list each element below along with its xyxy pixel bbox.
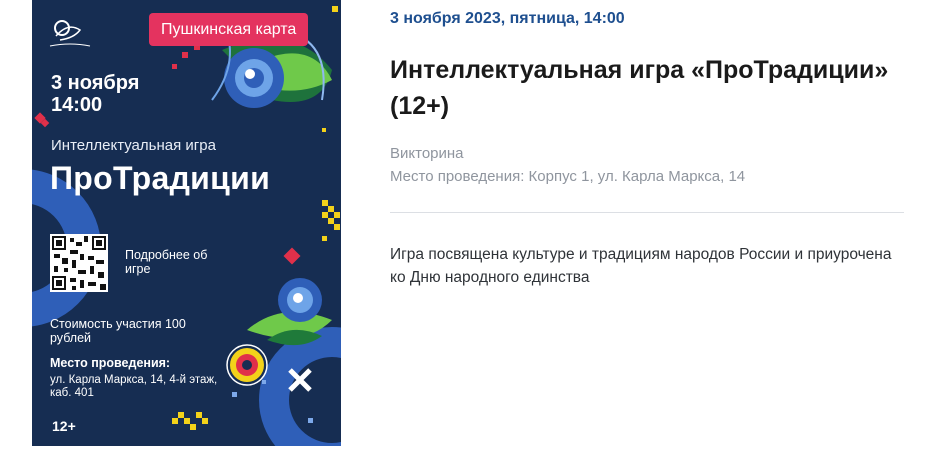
poster-cost: Стоимость участия 100 рублей	[50, 317, 186, 345]
poster-date-time: 3 ноября 14:00	[51, 72, 140, 116]
poster-venue: ул. Карла Маркса, 14, 4-й этаж, каб. 401	[50, 374, 218, 399]
event-location: Место проведения: Корпус 1, ул. Карла Ма…	[390, 168, 746, 185]
divider	[390, 212, 904, 213]
qr-code-icon	[50, 234, 108, 292]
event-poster[interactable]: Пушкинская карта 3 ноября 14:00 Интеллек…	[32, 0, 341, 446]
event-title: Интеллектуальная игра «ПроТрадиции» (12+…	[390, 56, 889, 120]
event-type: Викторина	[390, 145, 464, 162]
poster-more-info: Подробнее об игре	[125, 248, 208, 276]
event-description: Игра посвящена культуре и традициям наро…	[390, 246, 892, 286]
poster-subtitle: Интеллектуальная игра	[51, 137, 216, 154]
poster-title: ПроТрадиции	[50, 160, 271, 196]
pushkin-card-badge: Пушкинская карта	[149, 13, 309, 46]
event-datetime: 3 ноября 2023, пятница, 14:00	[390, 10, 625, 27]
poster-age-rating: 12+	[52, 418, 76, 434]
poster-venue-label: Место проведения:	[50, 356, 171, 370]
event-meta: Викторина Место проведения: Корпус 1, ул…	[390, 142, 745, 188]
org-logo-icon	[49, 20, 91, 47]
